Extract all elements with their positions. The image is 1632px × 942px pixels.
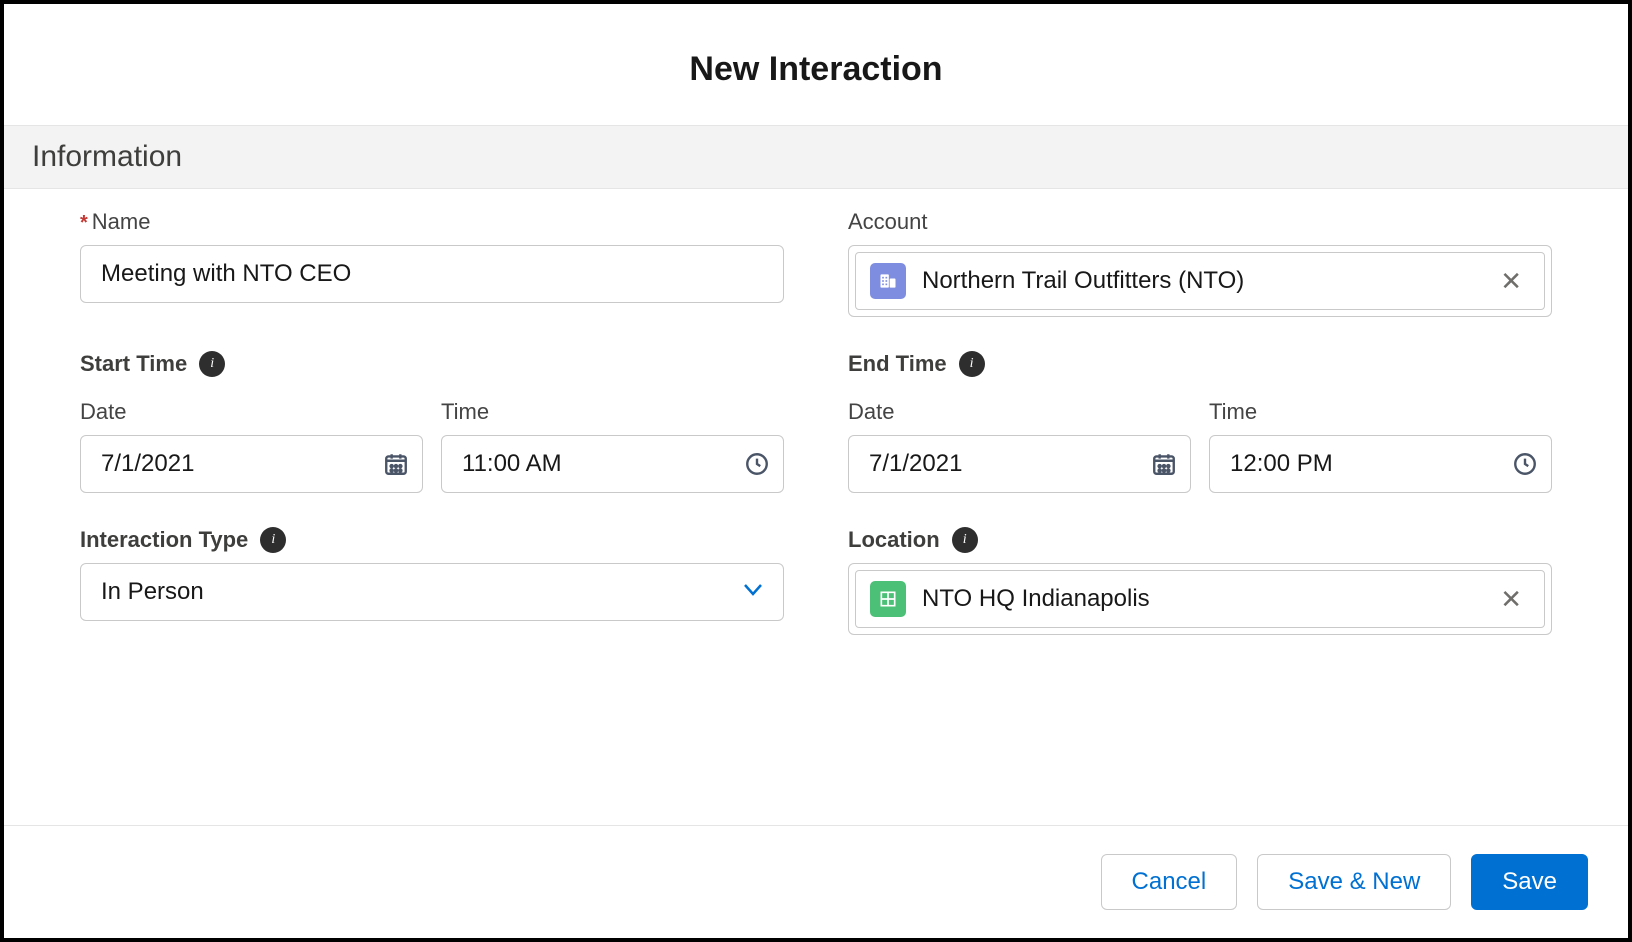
- account-lookup[interactable]: Northern Trail Outfitters (NTO) ✕: [848, 245, 1552, 317]
- new-interaction-modal: New Interaction Information *Name Accoun…: [0, 0, 1632, 942]
- modal-title: New Interaction: [4, 4, 1628, 125]
- account-clear-button[interactable]: ✕: [1492, 268, 1530, 294]
- account-pill-label: Northern Trail Outfitters (NTO): [922, 267, 1476, 295]
- account-icon: [870, 263, 906, 299]
- field-account: Account Northern Trail Outfitters (NTO) …: [848, 209, 1552, 317]
- end-time-input[interactable]: [1209, 435, 1552, 493]
- location-lookup[interactable]: NTO HQ Indianapolis ✕: [848, 563, 1552, 635]
- account-label: Account: [848, 209, 928, 235]
- clock-icon[interactable]: [744, 451, 770, 477]
- interaction-type-label: Interaction Type: [80, 527, 248, 553]
- location-label: Location: [848, 527, 940, 553]
- info-icon[interactable]: i: [952, 527, 978, 553]
- location-pill: NTO HQ Indianapolis ✕: [855, 570, 1545, 628]
- calendar-icon[interactable]: [1151, 451, 1177, 477]
- location-pill-label: NTO HQ Indianapolis: [922, 585, 1476, 613]
- field-name: *Name: [80, 209, 784, 317]
- end-time-label: End Time: [848, 351, 947, 377]
- interaction-type-select[interactable]: [80, 563, 784, 621]
- section-header-information: Information: [4, 125, 1628, 189]
- end-time-sub-label: Time: [1209, 399, 1552, 425]
- field-start-time: Start Time i Date Time: [80, 351, 784, 493]
- name-label: *Name: [80, 209, 150, 235]
- field-location: Location i NTO HQ Indianapolis ✕: [848, 527, 1552, 635]
- info-icon[interactable]: i: [199, 351, 225, 377]
- calendar-icon[interactable]: [383, 451, 409, 477]
- end-date-label: Date: [848, 399, 1191, 425]
- info-icon[interactable]: i: [260, 527, 286, 553]
- end-date-input[interactable]: [848, 435, 1191, 493]
- form-body: *Name Account Northern Trail Outfitters …: [4, 189, 1628, 825]
- location-clear-button[interactable]: ✕: [1492, 586, 1530, 612]
- save-button[interactable]: Save: [1471, 854, 1588, 910]
- account-pill: Northern Trail Outfitters (NTO) ✕: [855, 252, 1545, 310]
- location-icon: [870, 581, 906, 617]
- start-time-label: Start Time: [80, 351, 187, 377]
- field-end-time: End Time i Date Time: [848, 351, 1552, 493]
- chevron-down-icon: [744, 583, 762, 601]
- save-and-new-button[interactable]: Save & New: [1257, 854, 1451, 910]
- clock-icon[interactable]: [1512, 451, 1538, 477]
- required-indicator: *: [80, 212, 88, 234]
- info-icon[interactable]: i: [959, 351, 985, 377]
- start-date-label: Date: [80, 399, 423, 425]
- start-date-input[interactable]: [80, 435, 423, 493]
- start-time-sub-label: Time: [441, 399, 784, 425]
- start-time-input[interactable]: [441, 435, 784, 493]
- modal-footer: Cancel Save & New Save: [4, 825, 1628, 938]
- name-input[interactable]: [80, 245, 784, 303]
- cancel-button[interactable]: Cancel: [1101, 854, 1238, 910]
- field-interaction-type: Interaction Type i: [80, 527, 784, 635]
